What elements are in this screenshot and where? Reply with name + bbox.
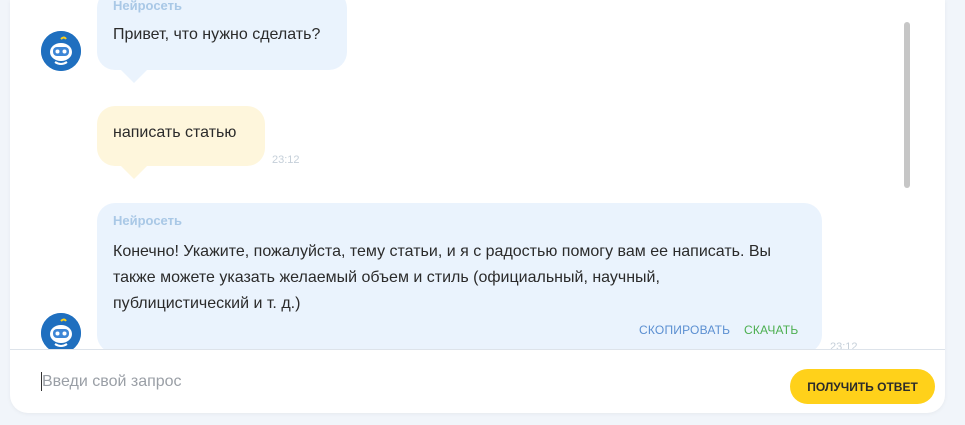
bot-message-bubble: Нейросеть Привет, что нужно сделать? [97,0,347,70]
sender-name: Нейросеть [113,213,182,228]
message-list[interactable]: Нейросеть Привет, что нужно сделать? нап… [10,0,945,349]
message-text-line: публицистический и т. д.) [113,295,301,312]
sender-name: Нейросеть [113,0,182,13]
text-caret [41,372,42,391]
input-bar: Получить ответ [10,349,945,413]
message-text-line: также можете указать желаемый объем и ст… [113,269,660,286]
scrollbar-thumb[interactable] [904,22,910,188]
bubble-tail [120,69,148,83]
message-text: Привет, что нужно сделать? [113,26,321,43]
message-time: 23:12 [272,154,300,166]
download-button[interactable]: Скачать [744,323,798,337]
query-input[interactable] [40,367,744,397]
copy-button[interactable]: Скопировать [639,323,730,337]
get-answer-button[interactable]: Получить ответ [790,369,935,404]
message-text: написать статью [113,124,237,141]
bot-message-bubble: Нейросеть Конечно! Укажите, пожалуйста, … [97,203,822,349]
bubble-tail [120,165,148,179]
chat-panel: Нейросеть Привет, что нужно сделать? нап… [10,0,945,413]
robot-avatar-icon [41,313,81,349]
message-time: 23:12 [830,341,858,349]
user-message-bubble: написать статью [97,106,265,166]
robot-avatar-icon [41,31,81,71]
message-text-line: Конечно! Укажите, пожалуйста, тему стать… [113,243,772,260]
